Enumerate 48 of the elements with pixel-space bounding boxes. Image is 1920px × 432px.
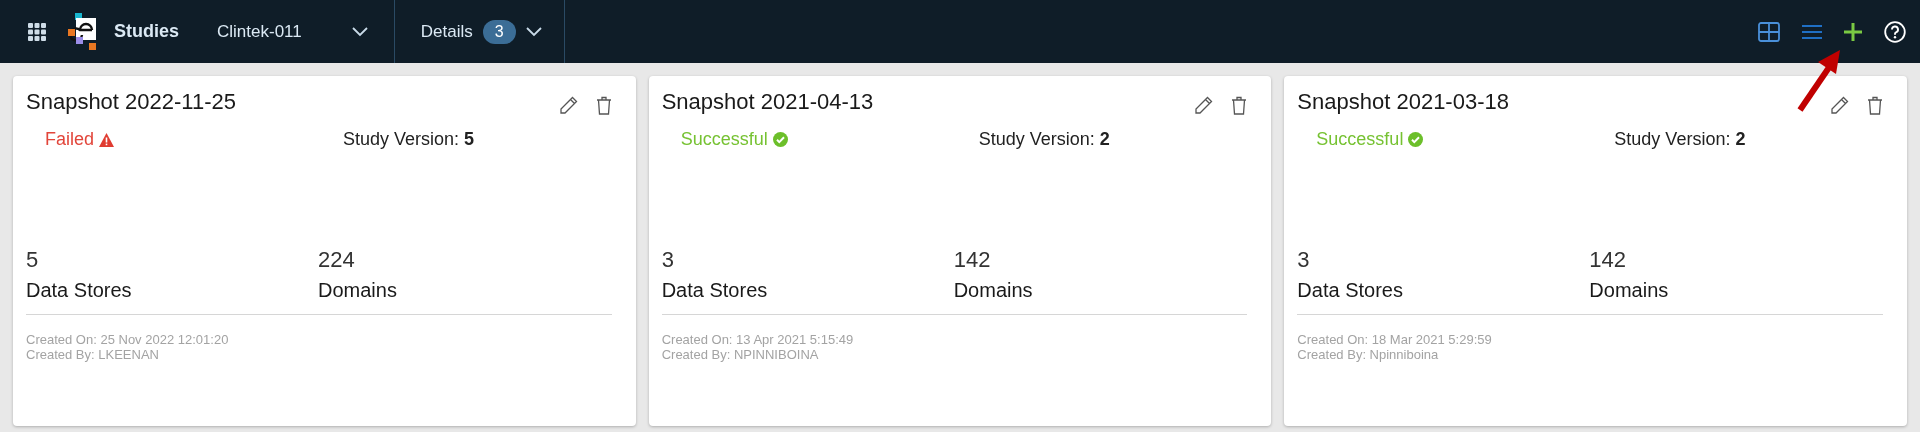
study-version: Study Version: 5: [343, 129, 476, 150]
stat-value: 142: [1589, 247, 1628, 273]
study-dropdown[interactable]: Clintek-011: [217, 0, 394, 63]
apps-grid-icon[interactable]: [28, 22, 46, 41]
status-label: Failed: [45, 129, 343, 150]
trash-icon[interactable]: [595, 96, 612, 115]
edit-icon[interactable]: [1194, 96, 1214, 115]
status-label: Successful: [1316, 129, 1615, 150]
created-by-text: Created By: LKEENAN: [26, 347, 160, 362]
stat-label: Domains: [953, 279, 1034, 302]
count-badge: 3: [482, 19, 516, 44]
edit-icon[interactable]: [1830, 96, 1849, 115]
snapshot-title: Snapshot 2022-11-25: [26, 88, 236, 115]
check-circle-icon: [772, 132, 788, 147]
check-circle-icon: [1408, 132, 1424, 147]
app-title: Studies: [114, 21, 179, 42]
list-view-icon[interactable]: [1802, 23, 1822, 40]
help-icon[interactable]: [1884, 20, 1906, 43]
chevron-down-icon: [351, 26, 368, 37]
stat-value: 5: [26, 247, 40, 273]
warning-icon: [99, 132, 115, 147]
chevron-down-icon: [525, 26, 542, 37]
trash-icon[interactable]: [1867, 96, 1883, 115]
plus-icon[interactable]: [1844, 22, 1862, 41]
status-label: Successful: [680, 129, 979, 150]
stat-label: Domains: [318, 279, 398, 302]
stat-label: Data Stores: [26, 279, 133, 302]
study-version: Study Version: 2: [1614, 129, 1747, 150]
stat-value: 142: [953, 247, 992, 273]
snapshot-title: Snapshot 2021-04-13: [661, 88, 874, 115]
stat-value: 224: [318, 247, 356, 273]
stat-label: Domains: [1589, 279, 1670, 302]
stat-value: 3: [661, 247, 675, 273]
edit-icon[interactable]: [558, 96, 578, 115]
snapshot-title: Snapshot 2021-03-18: [1297, 88, 1509, 115]
grid-view-icon[interactable]: [1758, 21, 1780, 42]
created-by-text: Created By: Npinniboina: [1297, 347, 1440, 362]
study-version: Study Version: 2: [978, 129, 1111, 150]
trash-icon[interactable]: [1231, 96, 1248, 115]
details-dropdown[interactable]: Details 3: [394, 0, 564, 63]
created-on-text: Created On: 25 Nov 2022 12:01:20: [26, 332, 230, 347]
created-on-text: Created On: 18 Mar 2021 5:29:59: [1297, 332, 1493, 347]
stat-label: Data Stores: [1297, 279, 1404, 302]
created-on-text: Created On: 13 Apr 2021 5:15:49: [661, 332, 855, 347]
stat-label: Data Stores: [661, 279, 769, 302]
logo-icon: [68, 12, 98, 51]
stat-value: 3: [1297, 247, 1311, 273]
created-by-text: Created By: NPINNIBOINA: [661, 347, 820, 362]
